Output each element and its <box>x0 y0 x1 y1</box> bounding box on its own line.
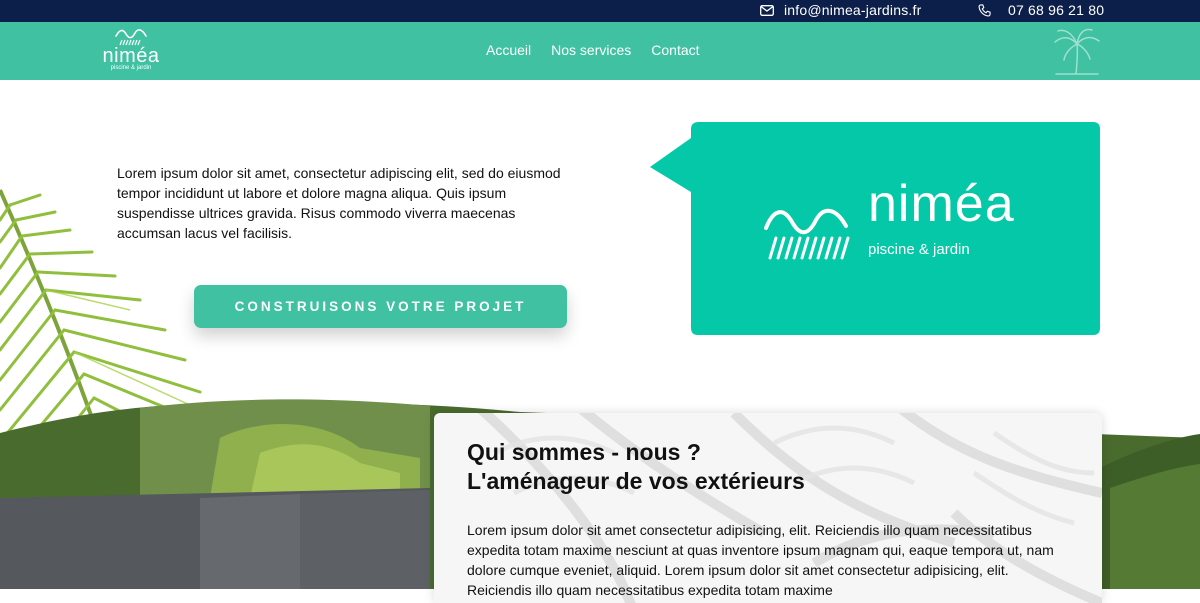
project-cta-button[interactable]: CONSTRUISONS VOTRE PROJET <box>194 285 567 328</box>
email-contact[interactable]: info@nimea-jardins.fr <box>760 2 921 18</box>
about-text: Lorem ipsum dolor sit amet consectetur a… <box>467 522 1054 598</box>
logo-brand: niméa <box>102 45 160 67</box>
about-title-line2: L'aménageur de vos extérieurs <box>467 468 805 494</box>
nav-link-accueil[interactable]: Accueil <box>486 42 531 58</box>
wave-logo-icon <box>764 209 850 260</box>
phone-number[interactable]: 07 68 96 21 80 <box>1008 2 1104 18</box>
bubble-logo: niméa piscine & jardin <box>764 175 1064 268</box>
about-card: Qui sommes - nous ? L'aménageur de vos e… <box>434 413 1102 603</box>
site-logo[interactable]: niméa piscine & jardin <box>96 27 166 75</box>
main-navigation: niméa piscine & jardin Accueil Nos servi… <box>0 22 1200 80</box>
nav-links: Accueil Nos services Contact <box>486 42 700 58</box>
phone-contact[interactable]: 07 68 96 21 80 <box>978 2 1104 18</box>
nav-link-contact[interactable]: Contact <box>651 42 699 58</box>
about-title-line1: Qui sommes - nous ? <box>467 439 701 465</box>
nav-link-services[interactable]: Nos services <box>551 42 631 58</box>
phone-icon <box>978 3 991 17</box>
top-contact-bar: info@nimea-jardins.fr 07 68 96 21 80 <box>0 0 1200 22</box>
wave-logo-icon <box>115 29 147 46</box>
bubble-tagline: piscine & jardin <box>868 241 970 258</box>
envelope-icon <box>760 4 774 16</box>
palm-tree-icon <box>1054 28 1100 75</box>
hero-text: Lorem ipsum dolor sit amet, consectetur … <box>117 165 561 241</box>
about-heading: Qui sommes - nous ? L'aménageur de vos e… <box>467 438 805 496</box>
email-link[interactable]: info@nimea-jardins.fr <box>784 2 921 18</box>
bubble-brand: niméa <box>868 175 1015 233</box>
